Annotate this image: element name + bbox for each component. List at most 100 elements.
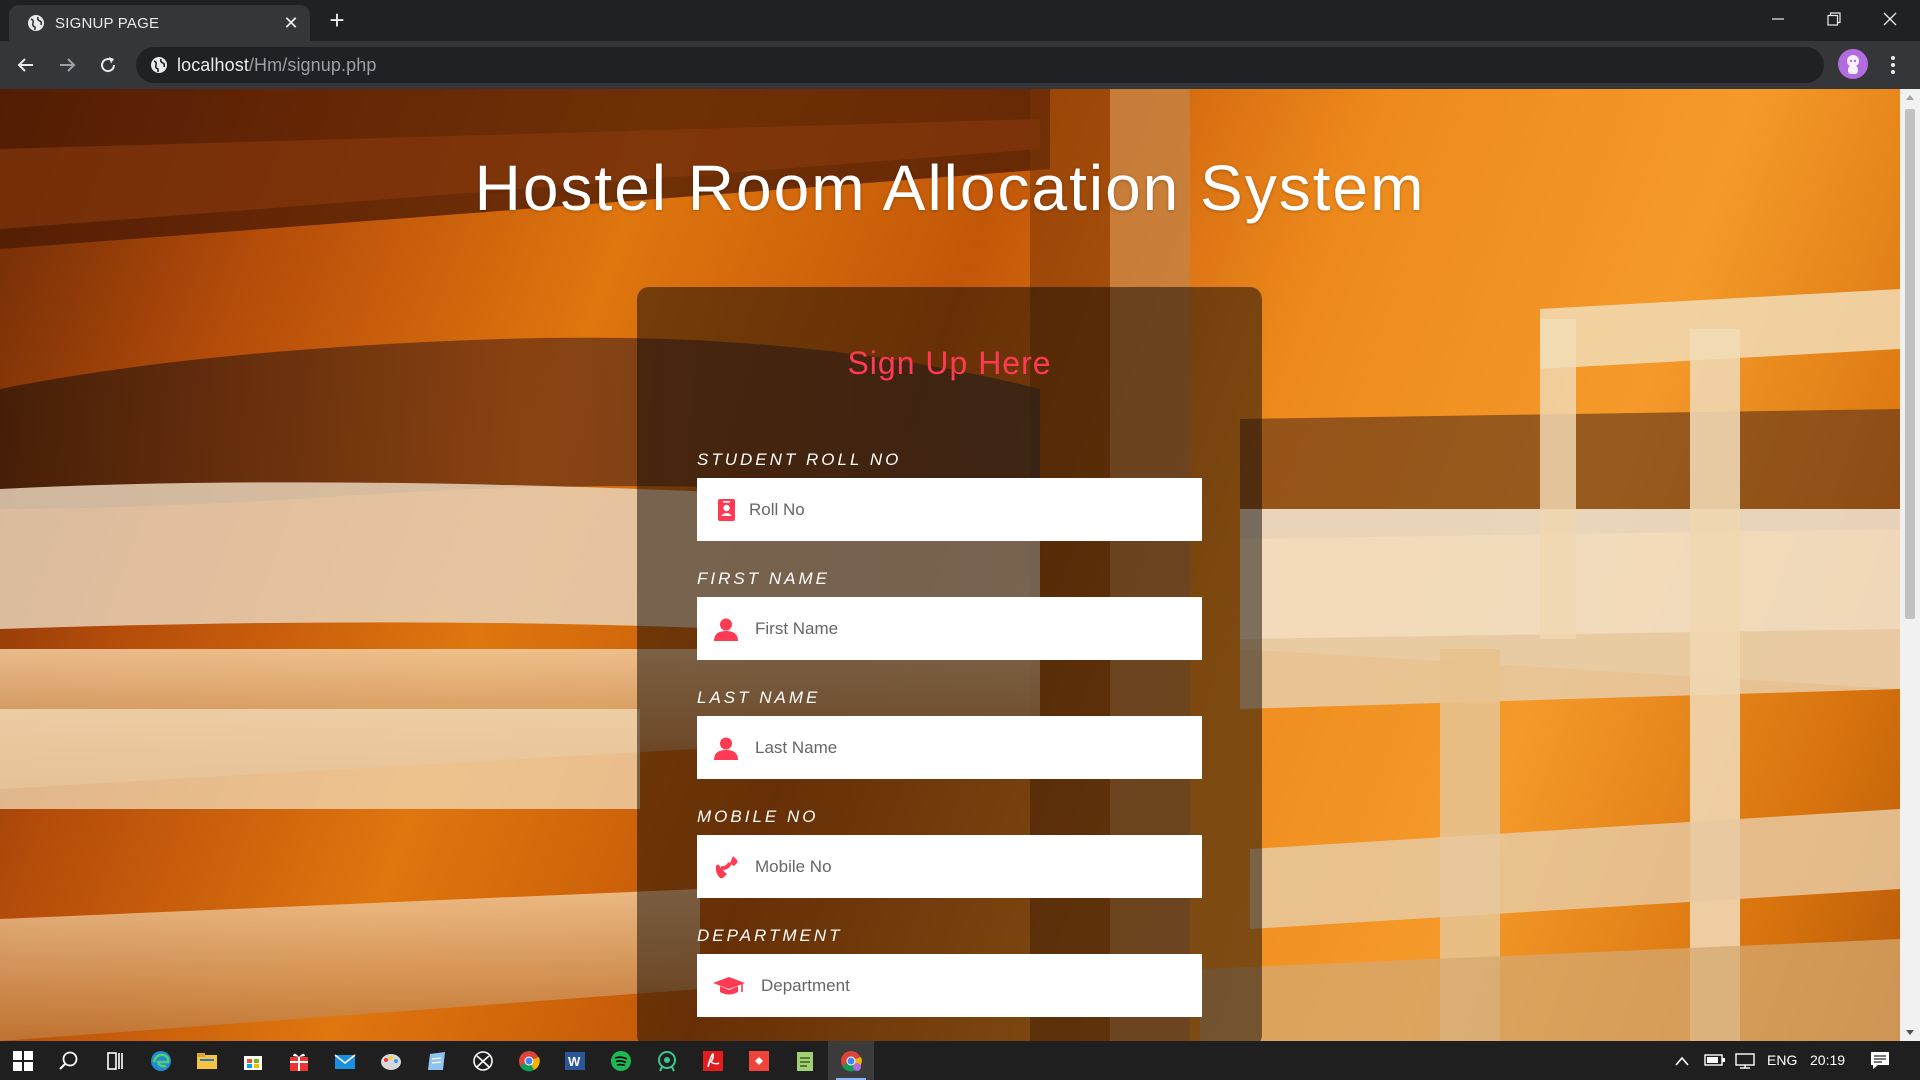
file-explorer-icon [197, 1053, 217, 1069]
minimize-button[interactable] [1750, 0, 1806, 38]
store-icon [244, 1056, 262, 1070]
reload-button[interactable] [94, 51, 122, 79]
department-label: DEPARTMENT [697, 926, 843, 945]
url-path: /Hm/signup.php [248, 55, 377, 75]
task-view-icon [107, 1052, 123, 1070]
battery-icon[interactable] [1704, 1053, 1726, 1067]
browser-toolbar: localhost/Hm/signup.php [0, 41, 1920, 89]
scroll-up-icon[interactable] [1900, 89, 1920, 105]
taskbar-gitkraken[interactable] [644, 1041, 690, 1080]
acrobat-icon [703, 1051, 723, 1071]
restore-button[interactable] [1806, 0, 1862, 38]
taskbar-file-explorer[interactable] [184, 1041, 230, 1080]
scroll-down-icon[interactable] [1900, 1025, 1920, 1041]
chrome-icon [519, 1051, 540, 1072]
site-info-icon[interactable] [150, 56, 168, 74]
last-name-input[interactable] [755, 716, 1185, 779]
mail-icon [334, 1054, 356, 1069]
arrow-left-icon [17, 58, 33, 72]
first-name-input[interactable] [755, 597, 1185, 660]
taskbar-edge[interactable] [138, 1041, 184, 1080]
browser-tab[interactable]: SIGNUP PAGE ✕ [9, 5, 310, 41]
first-name-field[interactable] [697, 597, 1202, 660]
scroll-thumb[interactable] [1905, 109, 1915, 619]
word-icon: W [565, 1052, 585, 1070]
last-name-label: LAST NAME [697, 688, 821, 707]
phone-icon [715, 856, 738, 879]
mobile-no-field[interactable] [697, 835, 1202, 898]
notepad-icon [797, 1052, 813, 1071]
minimize-icon [1772, 18, 1784, 20]
new-tab-button[interactable]: + [325, 7, 349, 33]
browser-tab-strip: SIGNUP PAGE ✕ + [0, 0, 1920, 41]
taskbar-notes[interactable] [414, 1041, 460, 1080]
department-field[interactable] [697, 954, 1202, 1017]
user-icon [714, 737, 738, 760]
gift-app-icon [290, 1053, 308, 1071]
tab-title: SIGNUP PAGE [55, 15, 160, 32]
taskbar-spotify[interactable] [598, 1041, 644, 1080]
address-bar[interactable]: localhost/Hm/signup.php [136, 47, 1824, 83]
anydesk-icon [749, 1051, 769, 1071]
restore-icon [1827, 12, 1841, 26]
edge-icon [151, 1051, 171, 1071]
tab-close-icon[interactable]: ✕ [282, 14, 300, 32]
search-icon [59, 1051, 78, 1070]
reload-icon [101, 57, 116, 73]
taskbar-chrome-profile[interactable] [828, 1041, 874, 1080]
arrow-right-icon [60, 58, 76, 72]
xbox-icon [473, 1051, 493, 1071]
start-button[interactable] [0, 1041, 46, 1080]
gitkraken-icon [658, 1051, 676, 1072]
user-icon [714, 618, 738, 641]
taskbar-store[interactable] [230, 1041, 276, 1080]
forward-button[interactable] [53, 51, 81, 79]
search-button[interactable] [46, 1041, 92, 1080]
close-icon [1883, 12, 1897, 26]
taskbar-acrobat[interactable] [690, 1041, 736, 1080]
svg-text:W: W [568, 1054, 581, 1069]
url-text[interactable]: localhost/Hm/signup.php [177, 55, 376, 76]
avatar-icon [1847, 55, 1859, 74]
clock[interactable]: 20:19 [1810, 1052, 1845, 1068]
roll-no-input[interactable] [749, 478, 1179, 541]
close-window-button[interactable] [1862, 0, 1918, 38]
graduation-cap-icon [713, 977, 745, 995]
mobile-no-label: MOBILE NO [697, 807, 819, 826]
taskbar-xbox[interactable] [460, 1041, 506, 1080]
taskbar-gift-app[interactable] [276, 1041, 322, 1080]
taskbar-notepad[interactable] [782, 1041, 828, 1080]
chevron-up-icon[interactable] [1674, 1055, 1690, 1067]
id-badge-icon [718, 499, 735, 521]
network-icon[interactable] [1734, 1052, 1756, 1070]
notification-icon[interactable] [1869, 1050, 1891, 1070]
spotify-icon [611, 1051, 631, 1071]
taskbar-paint[interactable] [368, 1041, 414, 1080]
profile-avatar[interactable] [1838, 49, 1868, 79]
department-input[interactable] [761, 954, 1191, 1017]
taskbar-chrome[interactable] [506, 1041, 552, 1080]
roll-no-field[interactable] [697, 478, 1202, 541]
taskbar-word[interactable]: W [552, 1041, 598, 1080]
windows-start-icon [13, 1051, 33, 1071]
language-indicator[interactable]: ENG [1767, 1052, 1797, 1068]
back-button[interactable] [12, 51, 40, 79]
signup-form-card: Sign Up Here STUDENT ROLL NO FIRST NAME … [637, 287, 1262, 1041]
page-scrollbar[interactable] [1900, 89, 1920, 1041]
windows-taskbar: W ENG 20:19 [0, 1041, 1920, 1080]
taskbar-anydesk[interactable] [736, 1041, 782, 1080]
globe-icon [28, 15, 44, 31]
chrome-profile-icon [841, 1051, 862, 1072]
taskbar-mail[interactable] [322, 1041, 368, 1080]
form-title: Sign Up Here [847, 345, 1052, 381]
task-view-button[interactable] [92, 1041, 138, 1080]
page-viewport: Hostel Room Allocation System Sign Up He… [0, 89, 1900, 1041]
more-vertical-icon [1891, 56, 1895, 74]
last-name-field[interactable] [697, 716, 1202, 779]
page-title: Hostel Room Allocation System [474, 152, 1426, 224]
first-name-label: FIRST NAME [697, 569, 830, 588]
paint-icon [381, 1054, 401, 1070]
roll-no-label: STUDENT ROLL NO [697, 450, 902, 469]
browser-menu-button[interactable] [1883, 53, 1903, 77]
mobile-no-input[interactable] [755, 835, 1185, 898]
